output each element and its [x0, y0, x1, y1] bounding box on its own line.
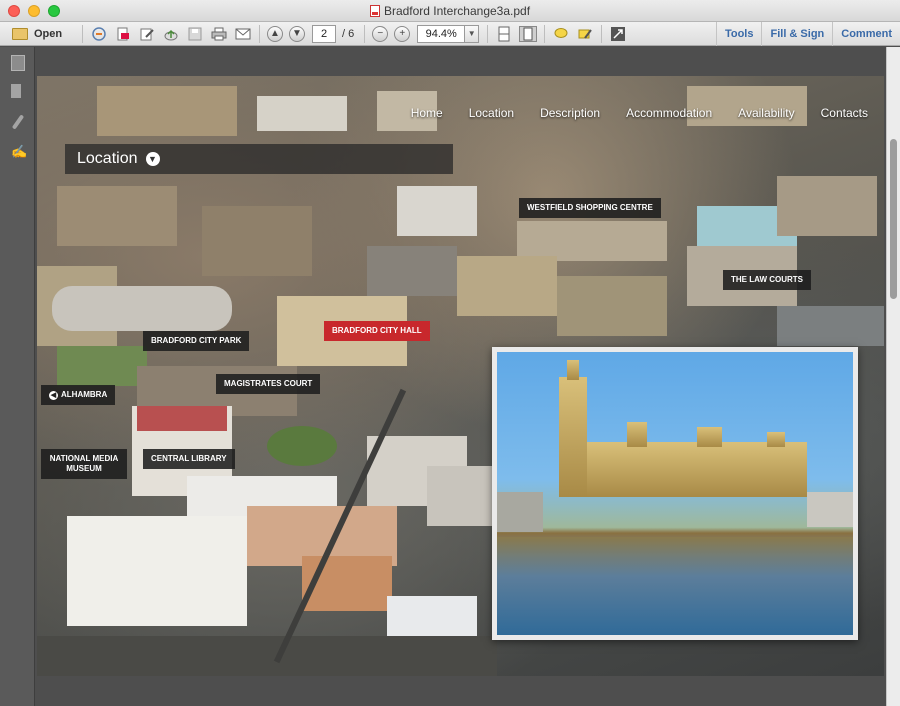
nav-availability[interactable]: Availability: [738, 106, 794, 120]
label-alhambra: ALHAMBRA: [61, 390, 108, 399]
page-total: / 6: [342, 27, 355, 40]
zoom-window-button[interactable]: [48, 5, 60, 17]
nav-accommodation[interactable]: Accommodation: [626, 106, 712, 120]
toolbar-divider: [82, 24, 83, 43]
plus-icon: +: [399, 28, 406, 39]
city-hall-photo: [497, 352, 853, 635]
signature-icon[interactable]: ✍: [11, 144, 27, 160]
close-window-button[interactable]: [8, 5, 20, 17]
export-pdf-icon[interactable]: [114, 26, 132, 42]
section-title: Location: [77, 150, 138, 167]
zoom-in-button[interactable]: +: [394, 25, 411, 42]
title-bar: Bradford Interchange3a.pdf: [0, 0, 900, 22]
arrow-down-icon: ▼: [292, 28, 302, 39]
city-hall-photo-frame: [492, 347, 858, 640]
label-alhambra-wrap[interactable]: ◀ ALHAMBRA: [41, 385, 116, 405]
nav-home[interactable]: Home: [411, 106, 443, 120]
document-nav: Home Location Description Accommodation …: [411, 106, 868, 120]
fill-sign-link[interactable]: Fill & Sign: [761, 22, 832, 46]
folder-icon: [12, 27, 28, 40]
minimize-window-button[interactable]: [28, 5, 40, 17]
nav-contacts[interactable]: Contacts: [821, 106, 868, 120]
toolbar-divider: [544, 24, 546, 43]
label-city-park: BRADFORD CITY PARK: [143, 331, 250, 351]
label-westfield: WESTFIELD SHOPPING CENTRE: [519, 198, 661, 218]
toolbar-divider: [601, 24, 603, 43]
minus-icon: −: [377, 28, 384, 39]
toolbar-divider: [364, 24, 366, 43]
page-number-input[interactable]: 2: [312, 24, 336, 43]
next-page-button[interactable]: ▼: [289, 25, 305, 42]
toolbar-divider: [487, 24, 489, 43]
chevron-down-icon: ▼: [145, 152, 160, 166]
scrolling-mode-icon[interactable]: [495, 26, 513, 42]
comment-bubble-icon[interactable]: [552, 26, 570, 42]
label-law-courts: THE LAW COURTS: [723, 270, 811, 290]
scroll-thumb[interactable]: [890, 139, 897, 299]
section-header[interactable]: Location ▼: [65, 144, 453, 174]
label-magistrates: MAGISTRATES COURT: [216, 374, 321, 394]
comment-link[interactable]: Comment: [832, 22, 900, 46]
email-icon[interactable]: [234, 26, 252, 42]
zoom-select[interactable]: 94.4% ▼: [417, 24, 480, 43]
label-central-library: CENTRAL LIBRARY: [143, 449, 235, 469]
window-title-text: Bradford Interchange3a.pdf: [383, 3, 531, 18]
edit-pdf-icon[interactable]: [138, 26, 156, 42]
toolbar: Open ▲ ▼ 2 / 6 − + 94.4% ▼ Tools Fill & …: [0, 22, 900, 46]
bookmark-icon[interactable]: [11, 84, 21, 98]
cloud-upload-icon[interactable]: [162, 26, 180, 42]
highlight-pen-icon[interactable]: [576, 26, 594, 42]
page-thumbnails-icon[interactable]: [11, 55, 25, 71]
chevron-down-icon[interactable]: ▼: [464, 25, 479, 42]
zoom-value: 94.4%: [425, 27, 457, 40]
nav-description[interactable]: Description: [540, 106, 600, 120]
fit-page-icon[interactable]: [519, 25, 538, 42]
label-media-museum: NATIONAL MEDIA MUSEUM: [41, 449, 127, 479]
window-title: Bradford Interchange3a.pdf: [369, 3, 531, 18]
window-controls: [8, 5, 60, 17]
chevron-left-icon: ◀: [49, 391, 58, 400]
toolbar-divider: [259, 24, 260, 43]
open-label: Open: [34, 27, 63, 40]
attachment-icon[interactable]: [11, 114, 25, 130]
navigation-pane: ✍: [0, 47, 35, 706]
pdf-page: Home Location Description Accommodation …: [37, 76, 884, 676]
tools-link[interactable]: Tools: [715, 22, 762, 46]
vertical-scrollbar[interactable]: [886, 47, 900, 706]
save-icon[interactable]: [186, 26, 204, 42]
open-button[interactable]: Open: [12, 27, 78, 40]
previous-page-button[interactable]: ▲: [267, 25, 283, 42]
nav-location[interactable]: Location: [469, 106, 514, 120]
create-pdf-icon[interactable]: [90, 26, 108, 42]
full-screen-icon[interactable]: [609, 26, 627, 42]
label-city-hall: BRADFORD CITY HALL: [324, 321, 430, 341]
toolbar-right-links: Tools Fill & Sign Comment: [715, 22, 900, 46]
pdf-file-icon: [369, 4, 380, 17]
print-icon[interactable]: [210, 26, 228, 42]
arrow-up-icon: ▲: [270, 28, 280, 39]
zoom-out-button[interactable]: −: [372, 25, 389, 42]
